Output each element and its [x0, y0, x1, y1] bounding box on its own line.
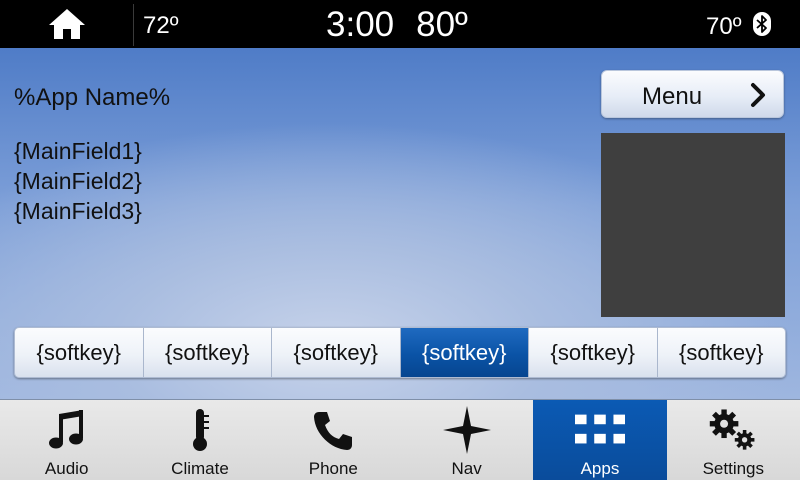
softkey-5[interactable]: {softkey}	[529, 328, 658, 377]
status-bar: 72º 3:00 80º 70º	[0, 0, 800, 48]
app-graphic-placeholder	[601, 133, 785, 317]
softkey-bar: {softkey} {softkey} {softkey} {softkey} …	[14, 327, 786, 378]
clock: 3:00	[326, 5, 395, 44]
nav-item-settings[interactable]: Settings	[667, 400, 800, 480]
nav-label-apps: Apps	[580, 459, 620, 478]
nav-label-climate: Climate	[171, 459, 229, 478]
softkey-2[interactable]: {softkey}	[143, 328, 272, 377]
nav-label-nav: Nav	[451, 459, 482, 478]
apps-grid-icon	[574, 406, 625, 454]
gears-icon	[708, 406, 758, 454]
status-divider	[133, 4, 134, 46]
softkey-4[interactable]: {softkey}	[400, 328, 529, 377]
home-button[interactable]	[0, 0, 133, 48]
compass-star-icon	[442, 406, 492, 454]
softkey-1[interactable]: {softkey}	[15, 328, 144, 377]
music-note-icon	[42, 406, 92, 454]
bluetooth-icon	[753, 12, 771, 36]
nav-item-climate[interactable]: Climate	[133, 400, 266, 480]
main-field-3: {MainField3}	[14, 198, 142, 224]
nav-label-settings: Settings	[702, 459, 765, 478]
nav-label-phone: Phone	[308, 459, 358, 478]
main-field-1: {MainField1}	[14, 138, 142, 164]
main-field-2: {MainField2}	[14, 168, 142, 194]
thermometer-icon	[175, 406, 225, 454]
nav-item-audio[interactable]: Audio	[0, 400, 133, 480]
nav-item-nav[interactable]: Nav	[400, 400, 533, 480]
main-fields: {MainField1} {MainField2} {MainField3}	[14, 136, 142, 226]
menu-button[interactable]: Menu	[601, 70, 784, 118]
app-name: %App Name%	[14, 84, 171, 111]
nav-item-apps[interactable]: Apps	[533, 400, 667, 480]
home-icon	[48, 9, 85, 39]
outside-temperature: 80º	[416, 5, 468, 44]
passenger-temperature[interactable]: 70º	[706, 13, 741, 41]
nav-item-phone[interactable]: Phone	[267, 400, 400, 480]
softkey-6[interactable]: {softkey}	[657, 328, 785, 377]
nav-label-audio: Audio	[44, 459, 89, 478]
chevron-right-icon	[751, 83, 765, 107]
phone-icon	[308, 406, 358, 454]
app-main-area: %App Name% {MainField1} {MainField2} {Ma…	[0, 48, 800, 399]
softkey-3[interactable]: {softkey}	[272, 328, 401, 377]
menu-label: Menu	[642, 83, 703, 110]
driver-temperature[interactable]: 72º	[143, 12, 178, 40]
bottom-nav: Audio Climate Phone Nav Apps Settings	[0, 399, 800, 480]
clock-and-outside-temp: 3:00 80º	[326, 5, 468, 45]
